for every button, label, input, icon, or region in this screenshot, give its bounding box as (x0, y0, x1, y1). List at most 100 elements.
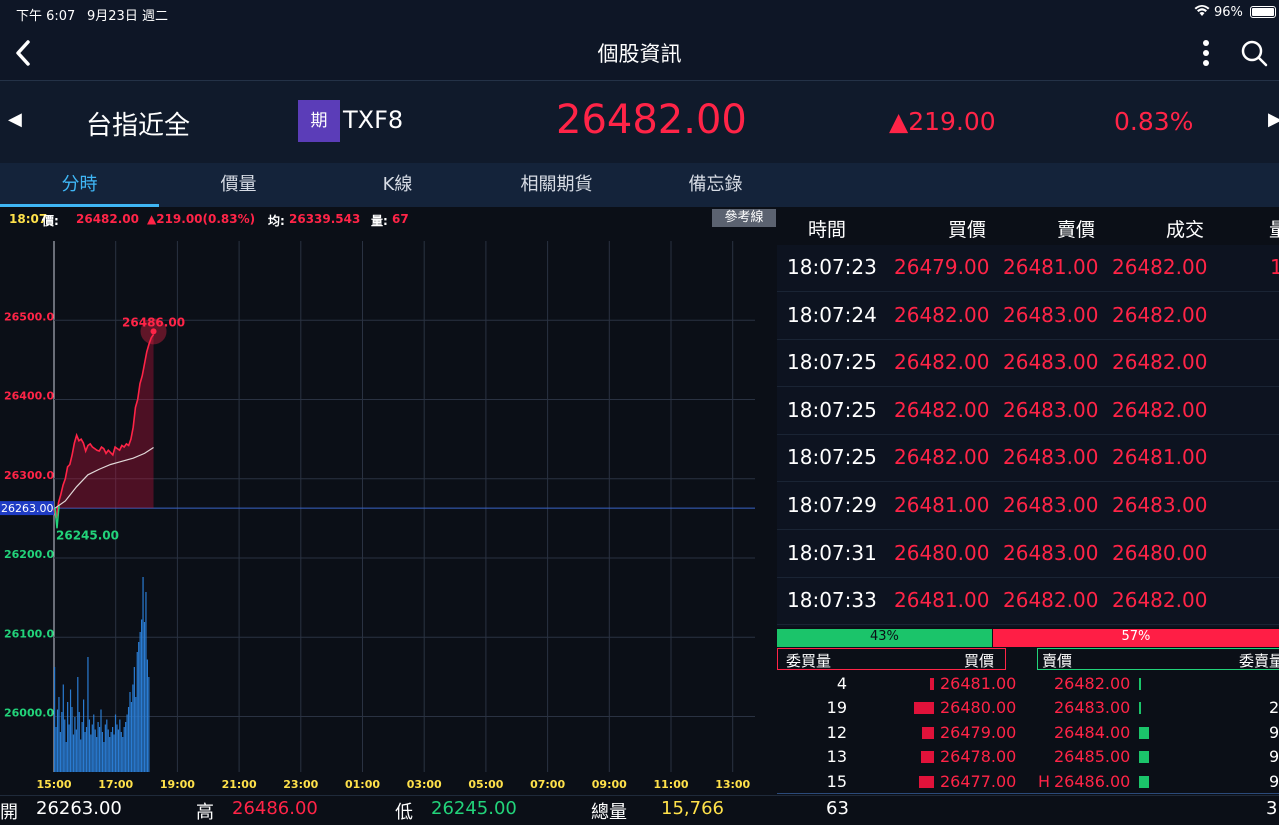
book-ask-price: 26482.00 (1054, 674, 1131, 693)
volume-bar (94, 729, 96, 772)
volume-bar (84, 732, 86, 772)
next-arrow-icon[interactable]: ▶ (1268, 109, 1279, 130)
book-bid-bar (914, 702, 934, 715)
book-row: 13 26478.00 26485.00 9 (777, 745, 1279, 769)
book-ask-bar (1139, 702, 1141, 715)
prev-arrow-icon[interactable]: ◀ (8, 109, 22, 130)
volume-bar (103, 742, 105, 772)
tick-trade: 26483.00 (1112, 493, 1208, 517)
tab-kline[interactable]: K線 (318, 163, 477, 207)
total-volume-value: 15,766 (661, 798, 724, 819)
book-ask-qty: 2 (1269, 698, 1279, 718)
y-tick-label: 26500.0 (4, 310, 54, 323)
book-row: 4 26481.00 26482.00 (777, 672, 1279, 696)
x-tick-label: 13:00 (715, 778, 750, 791)
book-ask-price: 26483.00 (1054, 698, 1131, 718)
intraday-chart[interactable]: 18:07 價: 26482.00 ▲219.00(0.83%) 均: 2633… (0, 207, 777, 795)
info-vol-label: 量: (371, 214, 388, 228)
tick-time: 18:07:24 (787, 302, 877, 327)
tick-bid: 26482.00 (894, 350, 990, 375)
tick-trade: 26482.00 (1112, 302, 1208, 327)
volume-bar (104, 724, 106, 772)
volume-bar (120, 732, 122, 772)
volume-bar (74, 717, 76, 772)
volume-bar (93, 714, 95, 772)
volume-bar (81, 722, 83, 772)
info-price-label: 價: (42, 214, 59, 228)
book-bid-bar (922, 726, 934, 739)
book-ask-price: 26485.00 (1054, 747, 1131, 767)
book-bid-price: 26481.00 (940, 674, 1017, 693)
x-tick-label: 03:00 (407, 778, 442, 791)
volume-bar (55, 727, 57, 772)
info-avg: 26339.543 (289, 212, 361, 226)
x-tick-label: 01:00 (345, 778, 380, 791)
volume-bar (139, 632, 141, 772)
tick-ask: 26483.00 (1003, 302, 1099, 327)
volume-bar (133, 667, 135, 772)
buy-ratio-bar: 43% (777, 629, 992, 647)
tick-time: 18:07:25 (787, 397, 877, 422)
volume-bar (130, 702, 133, 772)
x-tick-label: 17:00 (98, 778, 133, 791)
book-ask-bar (1139, 751, 1149, 764)
info-avg-label: 均: (268, 214, 285, 228)
ticks-header-time: 時間 (808, 219, 847, 241)
volume-bar (148, 677, 150, 772)
tick-trade: 26482.00 (1112, 397, 1208, 422)
volume-bar (54, 667, 56, 772)
volume-bar (123, 727, 125, 772)
tick-row: 18:07:25 26482.00 26483.00 26481.00 (777, 435, 1279, 483)
x-tick-label: 23:00 (283, 778, 318, 791)
book-bid-bar (921, 751, 934, 764)
volume-bar (113, 734, 115, 772)
volume-bar (142, 577, 144, 772)
tick-ask: 26483.00 (1003, 397, 1099, 422)
book-ask-qty: 9 (1269, 747, 1279, 767)
volume-bar (141, 619, 143, 772)
book-ask-qty: 9 (1269, 722, 1279, 742)
high-value: 26486.00 (232, 798, 318, 819)
open-value: 26263.00 (36, 798, 122, 819)
tick-row: 18:07:25 26482.00 26483.00 26482.00 (777, 388, 1279, 435)
buy-ratio-label: 43% (869, 629, 899, 644)
volume-bar (145, 592, 147, 772)
low-value: 26245.00 (431, 798, 517, 819)
book-header-ask: 賣價 (1042, 652, 1073, 670)
volume-bar (91, 724, 93, 772)
tick-row: 18:07:33 26481.00 26482.00 26482.00 (777, 578, 1279, 626)
tick-bid: 26480.00 (894, 540, 990, 565)
status-bar: 下午 6:07 9月23日 週二 96% (0, 0, 1279, 24)
volume-bar (80, 739, 82, 772)
x-tick-label: 05:00 (468, 778, 503, 791)
stock-code: TXF8 (343, 106, 404, 134)
book-bid-qty: 19 (826, 698, 847, 718)
volume-bar (135, 697, 137, 772)
y-tick-label: 26400.0 (4, 390, 54, 403)
high-label: 高 (196, 802, 214, 823)
futures-badge: 期 (298, 100, 340, 142)
tick-time: 18:07:25 (787, 350, 877, 375)
volume-bar (62, 684, 64, 772)
book-ask-price: 26486.00 (1054, 771, 1131, 791)
book-ask-bar (1139, 775, 1149, 788)
search-icon[interactable] (1238, 38, 1270, 68)
more-icon[interactable] (1196, 38, 1216, 68)
volume-bar (127, 707, 130, 772)
reference-line-button[interactable]: 參考線 (712, 209, 776, 227)
battery-percent: 96% (1214, 5, 1243, 20)
y-tick-label: 26200.0 (4, 548, 54, 561)
tab-memo[interactable]: 備忘錄 (636, 163, 795, 207)
tick-ask: 26482.00 (1003, 588, 1099, 613)
tab-intraday[interactable]: 分時 (0, 163, 159, 207)
volume-bar (90, 734, 92, 772)
book-row: 15 26477.00 H 26486.00 9 (777, 770, 1279, 794)
page-title: 個股資訊 (597, 42, 682, 66)
volume-bar (114, 714, 117, 772)
book-bid-price: 26480.00 (940, 698, 1017, 718)
volume-bar (122, 737, 124, 772)
book-header-ask-qty: 委賣量 (1239, 652, 1279, 670)
info-change: ▲219.00(0.83%) (147, 212, 256, 226)
tab-price-volume[interactable]: 價量 (159, 163, 318, 207)
tab-related-futures[interactable]: 相關期貨 (477, 163, 636, 207)
